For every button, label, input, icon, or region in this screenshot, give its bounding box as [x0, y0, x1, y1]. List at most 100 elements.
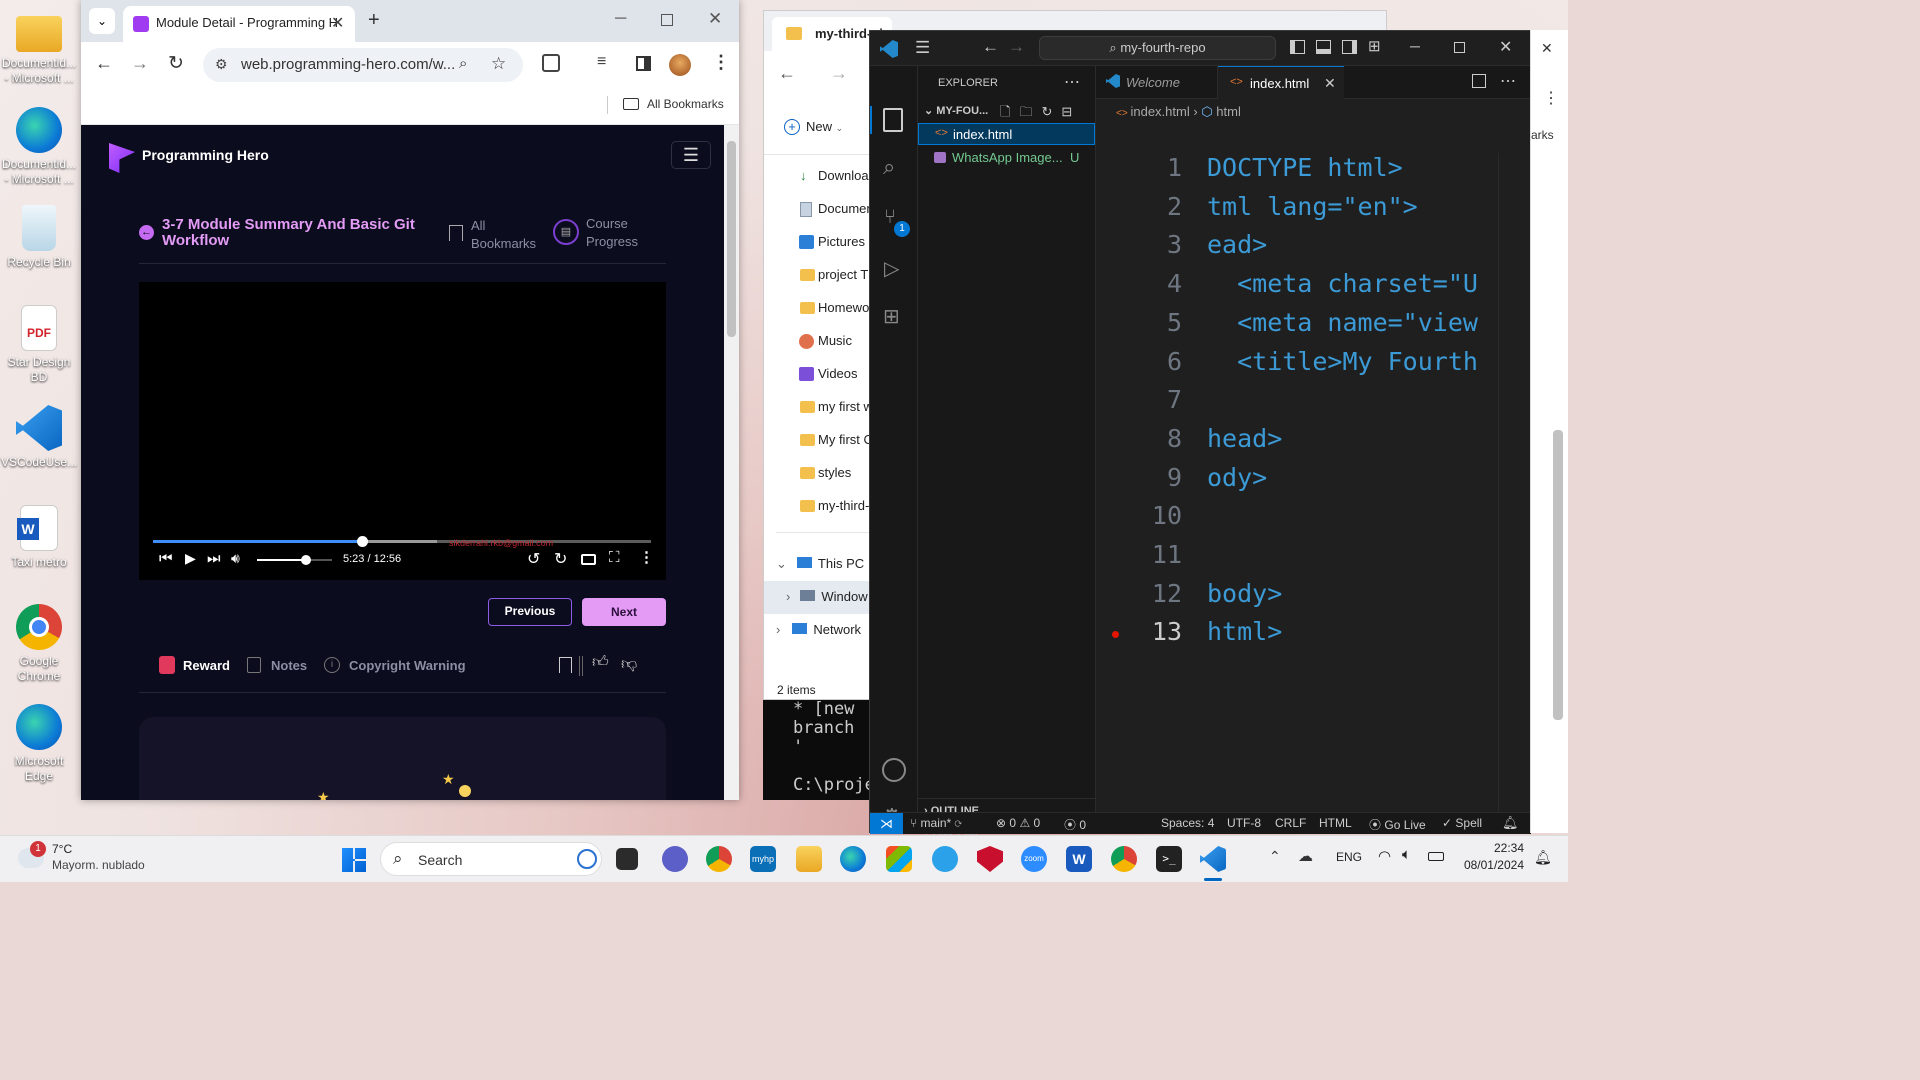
- previous-button[interactable]: Previous: [488, 598, 572, 626]
- battery-icon[interactable]: [1428, 852, 1444, 861]
- video-player[interactable]: sikderrahi.rkb@gmail.com ⏮ ▶ ⏭ 🔊︎ 5:23 /…: [139, 282, 666, 580]
- clock-date[interactable]: 08/01/2024: [1458, 858, 1524, 872]
- new-tab-button[interactable]: +: [368, 9, 380, 32]
- input-language[interactable]: ENG: [1336, 850, 1362, 864]
- indentation-indicator[interactable]: Spaces: 4: [1161, 816, 1214, 830]
- notifications-bell-icon[interactable]: 🔔︎: [1534, 849, 1552, 866]
- course-progress-icon[interactable]: ▤: [553, 219, 579, 245]
- more-menu-icon[interactable]: ⋮: [1543, 88, 1559, 108]
- minimap[interactable]: [1498, 153, 1531, 813]
- file-item-whatsapp-image[interactable]: WhatsApp Image... U: [918, 147, 1095, 169]
- chrome-tab-module-detail[interactable]: Module Detail - Programming H ✕: [123, 6, 355, 42]
- forward-arrow-icon[interactable]: →: [131, 53, 149, 74]
- bookmark-icon[interactable]: [559, 657, 572, 673]
- edge-icon[interactable]: [840, 846, 866, 872]
- explorer-files-icon[interactable]: [883, 108, 903, 132]
- desktop-icon-pdf[interactable]: PDF Star Design BD: [0, 305, 78, 385]
- reload-icon[interactable]: ↻: [168, 52, 184, 75]
- nav-item-folder[interactable]: my first w: [764, 390, 873, 423]
- toggle-secondary-sidebar-icon[interactable]: [1342, 40, 1357, 54]
- nav-item-documents[interactable]: Documents: [764, 192, 884, 225]
- nav-item-downloads[interactable]: ↓ Downloads: [764, 159, 882, 192]
- refresh-icon[interactable]: ↻: [1041, 104, 1061, 119]
- bookmark-icon[interactable]: [449, 225, 463, 241]
- nav-item-folder[interactable]: Homewo: [764, 291, 872, 324]
- skip-forward-icon[interactable]: ⏭: [207, 550, 221, 567]
- window-close-button[interactable]: ✕: [1499, 37, 1512, 57]
- desktop-icon-recycle-bin[interactable]: Recycle Bin: [0, 205, 78, 270]
- nav-item-network[interactable]: › Network: [776, 622, 861, 637]
- video-seek-track[interactable]: [153, 536, 651, 547]
- tab-search-button[interactable]: ⌄: [89, 8, 115, 34]
- language-indicator[interactable]: HTML: [1319, 816, 1352, 830]
- chrome-profile-icon[interactable]: [1111, 846, 1137, 872]
- notifications-bell-icon[interactable]: 🔔︎: [1502, 815, 1519, 831]
- menu-icon[interactable]: ☰: [915, 38, 930, 58]
- close-icon[interactable]: ✕: [1324, 75, 1336, 92]
- get-help-icon[interactable]: [932, 846, 958, 872]
- split-editor-icon[interactable]: [1472, 74, 1486, 88]
- hamburger-menu-icon[interactable]: ☰: [671, 141, 711, 169]
- desktop-icon-word[interactable]: W Taxi metro: [0, 505, 78, 570]
- back-circle-icon[interactable]: ←: [139, 225, 154, 240]
- extensions-icon[interactable]: [542, 54, 560, 72]
- maximize-button[interactable]: [661, 14, 673, 26]
- nav-item-music[interactable]: Music: [764, 324, 872, 357]
- task-view-icon[interactable]: [616, 848, 638, 870]
- nav-item-videos[interactable]: Videos: [764, 357, 872, 390]
- folder-header[interactable]: ⌄ MY-FOU...: [924, 104, 988, 117]
- desktop-icon-chrome[interactable]: Google Chrome: [0, 604, 78, 684]
- word-icon[interactable]: W: [1066, 846, 1092, 872]
- forward-arrow-icon[interactable]: →: [1008, 37, 1025, 57]
- more-actions-icon[interactable]: ⋯: [1500, 71, 1516, 91]
- tab-welcome[interactable]: Welcome: [1096, 66, 1218, 99]
- windows-start-icon[interactable]: [342, 848, 366, 872]
- back-arrow-icon[interactable]: ←: [778, 63, 796, 84]
- tab-copyright-warning[interactable]: Copyright Warning: [349, 658, 466, 673]
- spell-check-indicator[interactable]: ✓ Spell: [1442, 816, 1482, 830]
- ports-indicator[interactable]: ⦿ 0: [1064, 816, 1086, 833]
- taskbar-search[interactable]: ⌕ Search: [380, 842, 602, 876]
- eol-indicator[interactable]: CRLF: [1275, 816, 1306, 830]
- code-editor[interactable]: 1 DOCTYPE html> 2 tml lang="en"> 3 ead> 4 <met…: [1096, 153, 1531, 713]
- profile-avatar[interactable]: [669, 54, 691, 76]
- speaker-icon[interactable]: 🔈︎: [1402, 846, 1411, 863]
- forward-arrow-icon[interactable]: →: [830, 63, 848, 84]
- nav-item-pictures[interactable]: Pictures: [764, 225, 872, 258]
- all-bookmarks-button[interactable]: All Bookmarks: [623, 97, 724, 111]
- breadcrumb-element[interactable]: html: [1216, 104, 1241, 119]
- tab-index-html[interactable]: <> index.html ✕: [1218, 66, 1344, 100]
- tab-notes[interactable]: Notes: [271, 658, 307, 673]
- breadcrumb-file[interactable]: index.html: [1130, 104, 1189, 119]
- nav-item-folder[interactable]: My first C: [764, 423, 873, 456]
- minimize-button[interactable]: ─: [1410, 38, 1420, 54]
- minimize-button[interactable]: ─: [615, 10, 626, 28]
- close-icon[interactable]: ✕: [1541, 40, 1553, 57]
- encoding-indicator[interactable]: UTF-8: [1227, 816, 1261, 830]
- desktop-icon-edge-doc[interactable]: Documentid... - Microsoft ...: [0, 107, 78, 187]
- more-menu-icon[interactable]: ⋮: [712, 52, 730, 73]
- volume-slider[interactable]: [257, 555, 332, 565]
- remote-indicator-icon[interactable]: ⋊: [870, 813, 903, 834]
- desktop-icon-folder[interactable]: Documentid... - Microsoft ...: [0, 10, 78, 86]
- mcafee-icon[interactable]: [977, 846, 1003, 872]
- nav-item-folder[interactable]: my-third-: [764, 489, 872, 522]
- nav-item-folder[interactable]: styles: [764, 456, 872, 489]
- nav-item-folder[interactable]: project T: [764, 258, 872, 291]
- more-actions-icon[interactable]: ⋯: [1064, 72, 1080, 92]
- more-options-icon[interactable]: ⋮: [639, 548, 654, 566]
- close-icon[interactable]: ✕: [331, 13, 344, 33]
- microsoft-store-icon[interactable]: [886, 846, 912, 872]
- volume-icon[interactable]: 🔊︎: [231, 550, 240, 567]
- bookmark-star-icon[interactable]: ☆: [491, 54, 506, 74]
- thumbs-down-icon[interactable]: 👎︎: [621, 655, 637, 674]
- volume-handle[interactable]: [300, 555, 311, 565]
- tab-reward[interactable]: Reward: [183, 658, 230, 673]
- back-arrow-icon[interactable]: ←: [95, 53, 113, 74]
- zoom-icon[interactable]: ⌕: [459, 55, 467, 72]
- back-arrow-icon[interactable]: ←: [982, 37, 999, 57]
- next-button[interactable]: Next: [582, 598, 666, 626]
- video-seek-handle[interactable]: [357, 536, 369, 547]
- chevron-up-icon[interactable]: ⌃: [1269, 848, 1281, 865]
- collapse-all-icon[interactable]: ⊟: [1061, 104, 1081, 119]
